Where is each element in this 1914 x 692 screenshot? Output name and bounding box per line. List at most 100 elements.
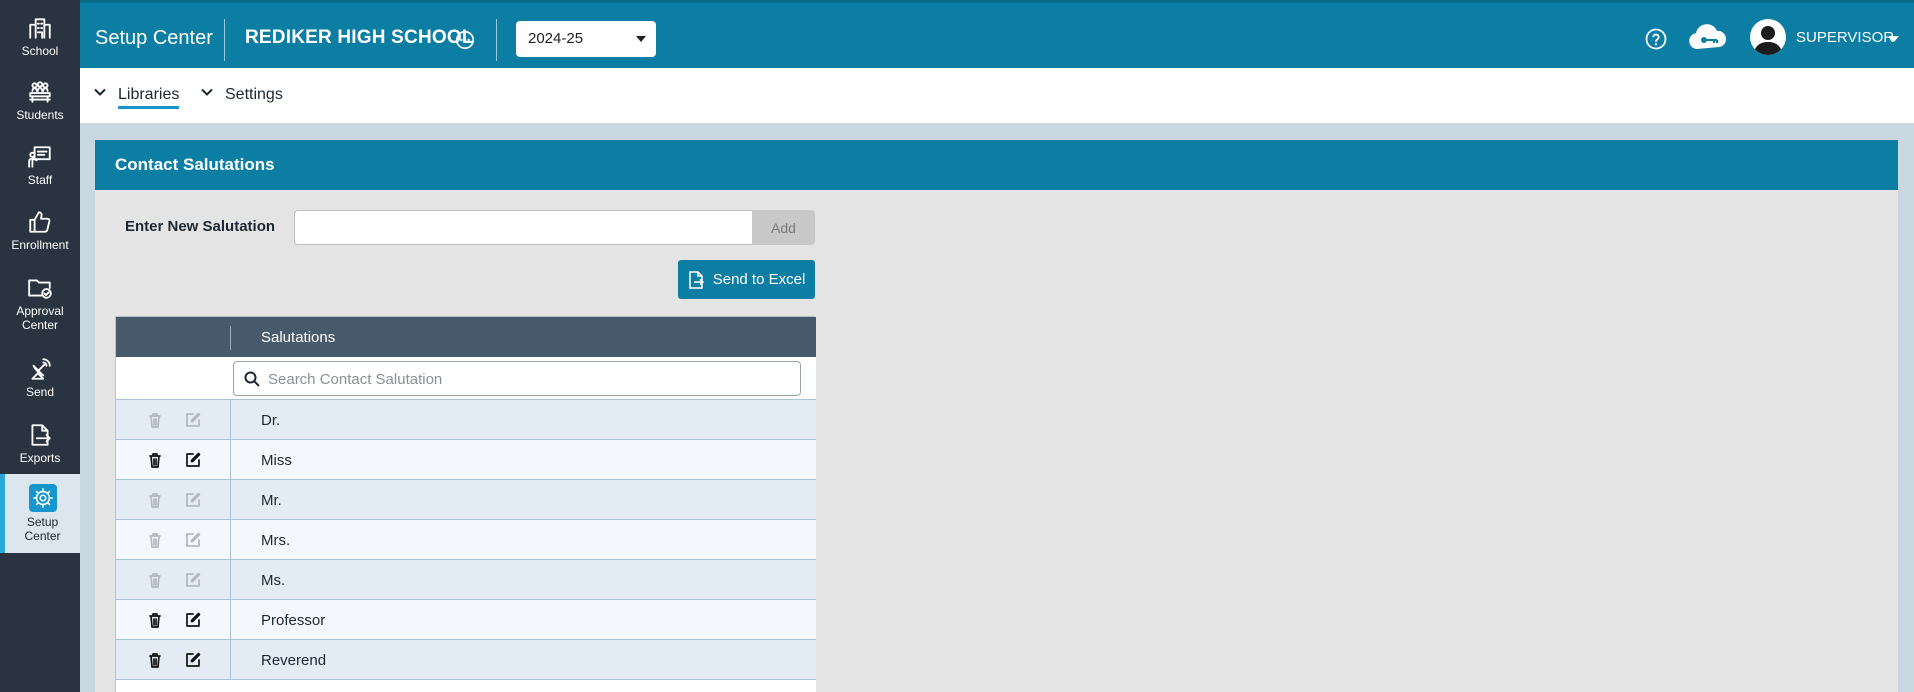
trash-icon (149, 413, 161, 428)
chevron-down-icon[interactable] (1889, 36, 1899, 42)
sidebar-item-send[interactable]: Send (0, 345, 80, 409)
sidebar-item-label: Staff (27, 172, 53, 187)
app-title: Setup Center (95, 27, 213, 49)
column-divider (230, 326, 231, 350)
table-row[interactable]: Dr. (116, 399, 816, 440)
tab-settings[interactable]: Settings (201, 86, 283, 104)
send-to-excel-label: Send to Excel (712, 271, 806, 288)
trash-icon[interactable] (146, 451, 164, 469)
column-divider (230, 560, 231, 600)
gear-icon (32, 488, 53, 508)
send-to-excel-button[interactable]: Send to Excel (678, 260, 815, 299)
edit-icon[interactable] (184, 451, 202, 469)
edit-icon (186, 572, 201, 587)
table-row-empty (116, 679, 816, 692)
contact-salutations-panel: Contact Salutations Enter New Salutation… (95, 140, 1898, 692)
gear-icon-box (28, 484, 57, 512)
tab-settings-label: Settings (225, 86, 283, 103)
more-options-icon[interactable] (454, 29, 476, 51)
table-row[interactable]: Reverend (116, 639, 816, 680)
salutation-value: Reverend (261, 652, 327, 669)
table-row[interactable]: Miss (116, 439, 816, 480)
table-row[interactable]: Mrs. (116, 519, 816, 560)
chevron-down-icon (636, 36, 646, 42)
edit-icon (186, 412, 201, 427)
chevron-down-icon (201, 88, 213, 96)
satellite-icon (31, 357, 51, 380)
trash-icon[interactable] (146, 651, 164, 669)
table-row[interactable]: Mr. (116, 479, 816, 520)
sidebar-item-label: Setup Center (24, 515, 61, 543)
sidebar-item-approval-center[interactable]: Approval Center (0, 267, 80, 339)
table-header: Salutations (116, 317, 816, 357)
user-avatar-icon (1754, 26, 1782, 55)
sidebar-item-label: Enrollment (11, 237, 69, 252)
add-button[interactable]: Add (752, 210, 815, 245)
sidebar-item-label: Approval Center (16, 303, 64, 332)
tab-libraries-label: Libraries (118, 86, 180, 109)
edit-icon[interactable] (184, 611, 202, 629)
edit-icon (186, 492, 201, 507)
sidebar-item-setup-center[interactable]: Setup Center (0, 474, 80, 553)
trash-icon (149, 493, 161, 508)
students-icon (29, 80, 51, 103)
header-divider (496, 19, 497, 61)
sidebar-item-label: Send (25, 384, 55, 399)
salutation-value: Dr. (261, 412, 281, 429)
column-divider (230, 600, 231, 640)
trash-icon (149, 573, 161, 588)
sidebar-item-exports[interactable]: Exports (0, 411, 80, 475)
school-name: REDIKER HIGH SCHOOL (245, 27, 474, 48)
salutation-value: Professor (261, 612, 326, 629)
new-salutation-input[interactable] (294, 210, 752, 245)
thumbs-up-icon (29, 210, 51, 233)
school-year-value: 2024-25 (528, 30, 584, 47)
edit-icon (186, 532, 201, 547)
column-header-salutations[interactable]: Salutations (261, 329, 335, 346)
header-divider (224, 19, 225, 61)
staff-icon (28, 145, 51, 168)
tab-libraries[interactable]: Libraries (94, 86, 180, 109)
user-name[interactable]: SUPERVISOR (1796, 29, 1894, 46)
help-icon[interactable] (1644, 27, 1668, 51)
school-icon (29, 17, 51, 39)
export-file-icon (688, 270, 704, 289)
new-salutation-label: Enter New Salutation (125, 218, 276, 235)
cloud-key-icon[interactable] (1686, 23, 1730, 53)
column-divider (230, 400, 231, 440)
salutation-value: Miss (261, 452, 292, 469)
column-divider (230, 640, 231, 680)
table-row[interactable]: Professor (116, 599, 816, 640)
sidebar-item-school[interactable]: School (0, 4, 80, 68)
salutation-value: Ms. (261, 572, 286, 589)
search-input[interactable] (268, 368, 788, 390)
sidebar-item-staff[interactable]: Staff (0, 133, 80, 197)
panel-title: Contact Salutations (95, 140, 1898, 190)
trash-icon[interactable] (146, 611, 164, 629)
search-row (116, 357, 816, 399)
chevron-down-icon (94, 88, 106, 96)
school-year-select[interactable]: 2024-25 (516, 21, 656, 57)
salutation-value: Mrs. (261, 532, 291, 549)
folder-check-icon (28, 278, 52, 299)
column-divider (230, 440, 231, 480)
search-field[interactable] (233, 361, 801, 396)
sidebar-item-enrollment[interactable]: Enrollment (0, 198, 80, 262)
sidebar-item-label: School (21, 43, 59, 58)
edit-icon[interactable] (184, 651, 202, 669)
search-icon (244, 371, 260, 387)
export-icon (31, 423, 51, 446)
sub-navigation: Libraries Settings (80, 68, 1914, 124)
column-divider (230, 480, 231, 520)
table-row[interactable]: Ms. (116, 559, 816, 600)
sidebar: School Students Staff Enrollment Approva… (0, 0, 80, 692)
salutations-table: Salutations Dr. Miss Mr. Mrs. Ms. Professor Re… (115, 316, 816, 692)
sidebar-item-students[interactable]: Students (0, 68, 80, 132)
salutation-value: Mr. (261, 492, 282, 509)
trash-icon (149, 533, 161, 548)
sidebar-item-label: Students (16, 107, 64, 122)
sidebar-item-label: Exports (19, 450, 61, 465)
top-header: Setup Center REDIKER HIGH SCHOOL 2024-25… (80, 0, 1914, 68)
avatar[interactable] (1750, 19, 1786, 55)
column-divider (230, 520, 231, 560)
